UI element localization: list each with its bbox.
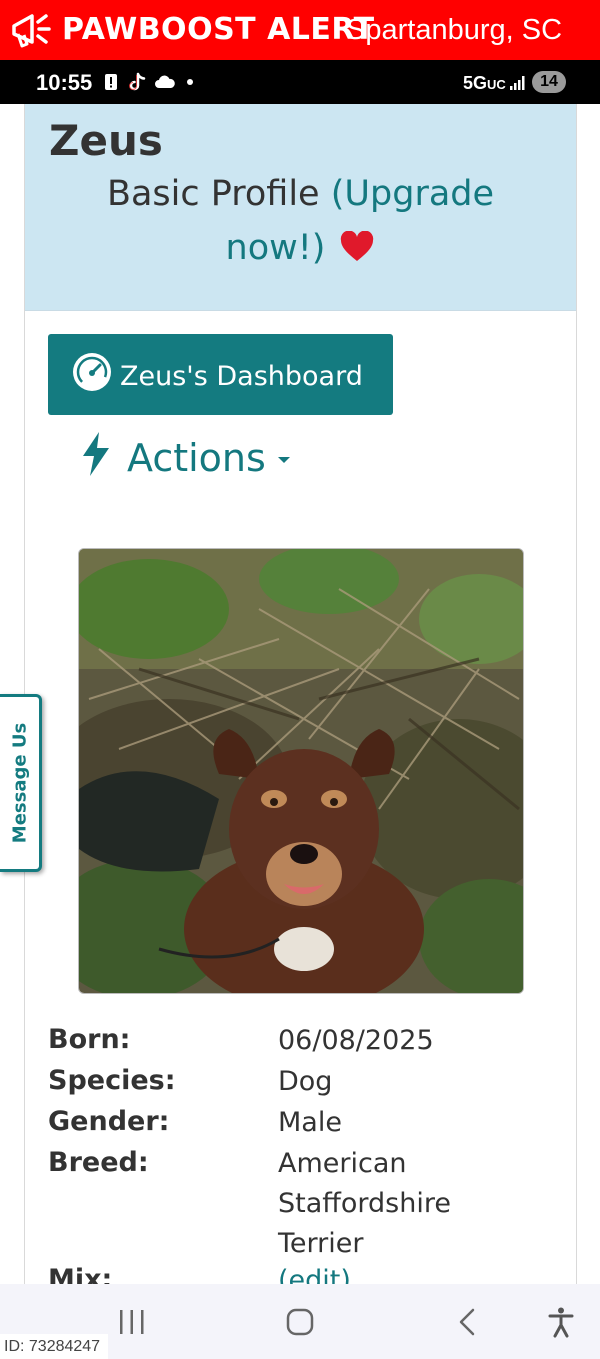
tiktok-icon — [129, 72, 146, 91]
detail-value: 06/08/2025 — [278, 1025, 434, 1056]
detail-value: Dog — [278, 1066, 333, 1097]
detail-label: Breed: — [48, 1147, 149, 1178]
cloud-icon — [155, 75, 175, 88]
profile-plan: Basic Profile — [106, 174, 320, 214]
home-icon[interactable] — [285, 1307, 315, 1337]
dashboard-button[interactable]: Zeus's Dashboard — [48, 334, 393, 415]
upgrade-link-continued[interactable]: now!) — [226, 228, 326, 268]
alert-icon — [105, 74, 117, 90]
megaphone-icon — [12, 14, 51, 48]
edit-mix-link[interactable]: (edit) — [278, 1261, 538, 1284]
pet-photo — [78, 548, 524, 994]
recent-apps-icon[interactable] — [118, 1309, 146, 1335]
upgrade-link[interactable]: (Upgrade — [331, 174, 494, 214]
back-icon[interactable] — [456, 1307, 478, 1337]
signal-icon — [510, 76, 525, 90]
heart-icon — [341, 231, 374, 261]
bolt-icon — [83, 432, 109, 476]
dot-icon — [187, 79, 193, 85]
actions-label: Actions — [127, 436, 266, 480]
status-time: 10:55 — [36, 70, 93, 95]
dashboard-button-label: Zeus's Dashboard — [120, 361, 363, 392]
message-us-tab[interactable]: Message Us — [0, 694, 42, 872]
detail-value: American Staffordshire Terrier — [278, 1148, 451, 1259]
detail-label: Gender: — [48, 1106, 170, 1137]
caret-down-icon — [278, 457, 290, 463]
alert-brand: PAWBOOST ALERT — [62, 12, 375, 47]
message-us-label: Message Us — [9, 722, 30, 844]
image-id-label: ID: 73284247 — [0, 1334, 109, 1359]
detail-label: Born: — [48, 1024, 131, 1055]
status-bar: 10:55 5GUC 14 — [0, 60, 600, 104]
detail-label: Species: — [48, 1065, 176, 1096]
detail-value: Male — [278, 1107, 342, 1138]
accessibility-icon[interactable] — [548, 1306, 574, 1338]
alert-location: Spartanburg, SC — [346, 14, 563, 46]
network-indicator: 5GUC — [463, 73, 506, 93]
notification-count-badge: 14 — [532, 71, 566, 93]
profile-upgrade-line: now!) — [25, 228, 576, 268]
profile-plan-line: Basic Profile (Upgrade — [25, 174, 576, 214]
detail-label: Mix: — [48, 1264, 113, 1284]
profile-header: Zeus Basic Profile (Upgrade now!) — [25, 104, 576, 311]
gauge-icon — [73, 353, 111, 391]
pet-name: Zeus — [49, 116, 163, 165]
pet-profile-page: Zeus Basic Profile (Upgrade now!) Zeus's… — [24, 104, 577, 1284]
dog-photo-illustration — [79, 549, 523, 993]
pawboost-alert-banner: PAWBOOST ALERT Spartanburg, SC — [0, 0, 600, 60]
